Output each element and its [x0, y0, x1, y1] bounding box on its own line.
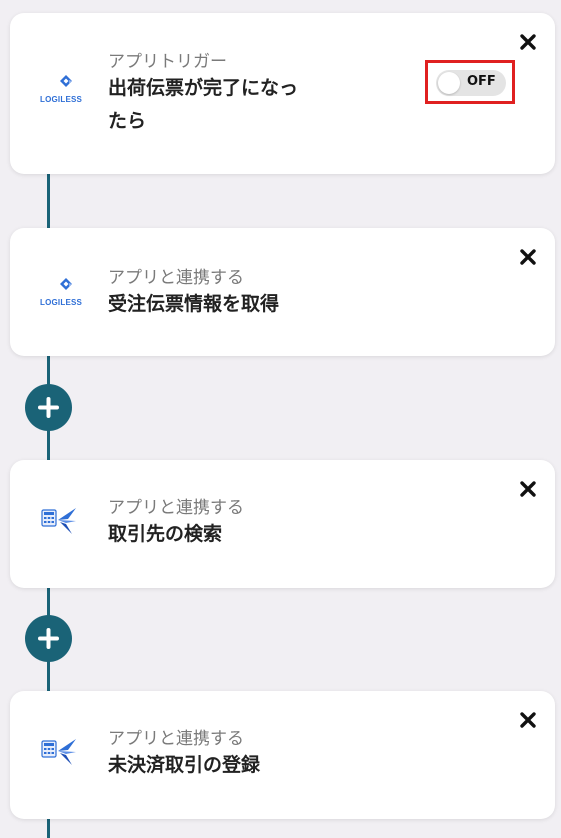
- step-subtitle: アプリと連携する: [108, 729, 244, 749]
- step-title: 取引先の検索: [108, 523, 223, 545]
- trigger-title-line1: 出荷伝票が完了になっ: [108, 77, 299, 99]
- step-subtitle: アプリと連携する: [108, 268, 244, 288]
- close-icon[interactable]: [519, 248, 537, 266]
- trigger-title-line2: たら: [108, 110, 147, 132]
- close-icon[interactable]: [519, 480, 537, 498]
- logiless-logo-text: LOGILESS: [40, 298, 83, 307]
- add-step-button[interactable]: [25, 384, 72, 431]
- logiless-logo-icon: LOGILESS: [38, 276, 94, 316]
- toggle-highlight-box: OFF: [425, 60, 515, 104]
- step-card[interactable]: アプリと連携する 取引先の検索: [10, 460, 555, 588]
- close-icon[interactable]: [519, 33, 537, 51]
- step-subtitle: アプリと連携する: [108, 498, 244, 518]
- step-title: 未決済取引の登録: [108, 754, 261, 776]
- step-title: 受注伝票情報を取得: [108, 293, 280, 315]
- connector-line: [47, 174, 50, 228]
- step-card[interactable]: アプリと連携する 未決済取引の登録: [10, 691, 555, 819]
- plus-icon: [38, 628, 59, 649]
- trigger-toggle[interactable]: OFF: [436, 70, 506, 96]
- toggle-knob: [438, 72, 460, 94]
- connector-line: [47, 819, 50, 838]
- toggle-label: OFF: [467, 74, 496, 89]
- trigger-card[interactable]: LOGILESS アプリトリガー 出荷伝票が完了になっ たら OFF: [10, 13, 555, 174]
- step-card[interactable]: LOGILESS アプリと連携する 受注伝票情報を取得: [10, 228, 555, 356]
- plus-icon: [38, 397, 59, 418]
- close-icon[interactable]: [519, 711, 537, 729]
- logiless-logo-icon: LOGILESS: [38, 73, 94, 113]
- freee-accounting-logo-icon: [38, 504, 94, 544]
- add-step-button[interactable]: [25, 615, 72, 662]
- logiless-logo-text: LOGILESS: [40, 95, 83, 104]
- trigger-subtitle: アプリトリガー: [108, 52, 227, 72]
- freee-accounting-logo-icon: [38, 735, 94, 775]
